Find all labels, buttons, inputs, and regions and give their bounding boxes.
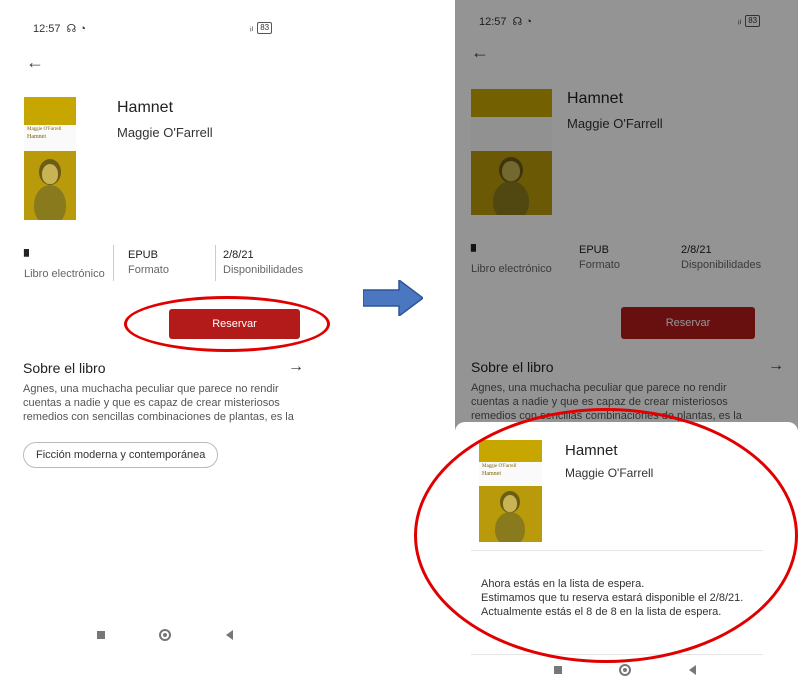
status-icons: ☊ ◔ bbox=[66, 23, 87, 35]
format-value: EPUB bbox=[128, 249, 158, 261]
back-triangle-icon[interactable] bbox=[225, 630, 233, 640]
highlight-ellipse-reserve bbox=[124, 296, 330, 352]
cover-title: Hamnet bbox=[27, 134, 46, 140]
home-icon[interactable] bbox=[159, 629, 172, 641]
highlight-ellipse-waitlist bbox=[414, 408, 798, 663]
recents-icon[interactable] bbox=[97, 631, 106, 639]
genre-chip[interactable]: Ficción moderna y contemporánea bbox=[23, 442, 219, 468]
book-cover[interactable]: Maggie O'Farrell Hamnet bbox=[24, 97, 76, 220]
book-title: Hamnet bbox=[117, 99, 174, 116]
dim-overlay[interactable] bbox=[455, 0, 798, 430]
meta-format: EPUB Formato bbox=[128, 249, 169, 276]
recents-icon[interactable] bbox=[553, 666, 562, 674]
date-label: Disponibilidades bbox=[223, 264, 304, 276]
book-author[interactable]: Maggie O'Farrell bbox=[117, 125, 213, 140]
home-icon[interactable] bbox=[619, 664, 632, 676]
cover-illustration bbox=[24, 151, 76, 220]
status-right: ᵢₗ 83 bbox=[250, 22, 273, 34]
battery-icon: 83 bbox=[257, 22, 273, 34]
cover-author: Maggie O'Farrell bbox=[27, 127, 62, 132]
about-title: Sobre el libro bbox=[23, 360, 106, 376]
status-time: 12:57 bbox=[33, 22, 61, 35]
date-value: 2/8/21 bbox=[223, 249, 254, 261]
type-label: Libro electrónico bbox=[24, 268, 105, 280]
arrow-right-icon[interactable]: → bbox=[288, 358, 304, 376]
back-arrow-icon[interactable]: ← bbox=[26, 52, 44, 73]
status-bar: 12:57 ☊ ◔ bbox=[33, 22, 87, 36]
format-label: Formato bbox=[128, 264, 169, 276]
system-navbar bbox=[70, 625, 260, 645]
signal-icon: ᵢₗ bbox=[250, 22, 254, 34]
back-triangle-icon[interactable] bbox=[689, 665, 697, 675]
meta-date: 2/8/21 Disponibilidades bbox=[223, 249, 315, 276]
about-description: Agnes, una muchacha peculiar que parece … bbox=[23, 383, 294, 423]
ebook-icon: ▘ bbox=[24, 249, 34, 264]
meta-type: ▘ Libro electrónico bbox=[24, 249, 105, 280]
flow-arrow-icon bbox=[363, 280, 423, 316]
system-navbar bbox=[525, 660, 725, 680]
